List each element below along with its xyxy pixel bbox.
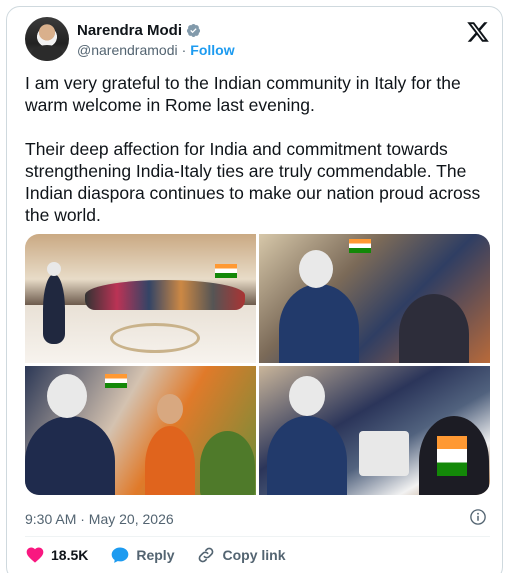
like-button[interactable]: 18.5K xyxy=(25,545,88,565)
avatar[interactable] xyxy=(25,17,69,61)
copy-link-label: Copy link xyxy=(222,547,286,563)
photo-4[interactable] xyxy=(259,366,490,495)
separator-dot: · xyxy=(181,42,187,58)
author-handle-row: @narendramodi · Follow xyxy=(77,42,235,58)
like-count: 18.5K xyxy=(51,547,89,563)
link-icon xyxy=(199,547,214,563)
author-handle[interactable]: @narendramodi xyxy=(77,42,178,58)
reply-label: Reply xyxy=(136,547,175,563)
follow-button[interactable]: Follow xyxy=(190,42,234,58)
action-bar: 18.5K Reply Copy link xyxy=(25,545,308,565)
photo-2[interactable] xyxy=(259,234,490,363)
x-logo-icon[interactable] xyxy=(466,20,490,44)
reply-bubble-icon xyxy=(112,547,129,563)
tweet-card: Narendra Modi @narendramodi · Follow I a… xyxy=(6,6,503,573)
divider xyxy=(25,536,490,537)
author-name-row: Narendra Modi xyxy=(77,22,201,39)
heart-icon xyxy=(26,547,44,563)
verified-badge-icon xyxy=(186,23,201,38)
info-icon[interactable] xyxy=(469,508,487,526)
reply-button[interactable]: Reply xyxy=(110,545,174,565)
author-name[interactable]: Narendra Modi xyxy=(77,22,182,39)
tweet-timestamp[interactable]: 9:30 AM · May 20, 2026 xyxy=(25,511,174,527)
photo-grid xyxy=(25,234,490,495)
copy-link-button[interactable]: Copy link xyxy=(196,545,286,565)
tweet-text: I am very grateful to the Indian communi… xyxy=(25,73,481,225)
photo-1[interactable] xyxy=(25,234,256,363)
photo-3[interactable] xyxy=(25,366,256,495)
